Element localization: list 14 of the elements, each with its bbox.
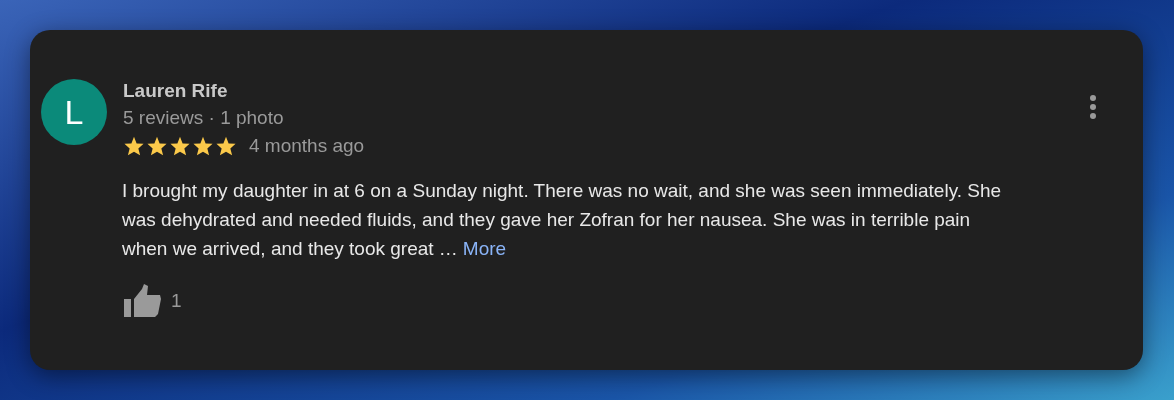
star-icon [146,136,168,156]
thumbs-up-icon[interactable] [123,283,163,319]
star-icon [169,136,191,156]
review-time: 4 months ago [249,134,365,158]
review-text: I brought my daughter in at 6 on a Sunday night. There was no wait, and she was seen immediately. She was dehydrated and needed fluids, and they gave her Zofran for her nausea. She was in terrible pain when we arrived, and they took great … More [122,179,1003,261]
star-icon [123,136,145,156]
review-count: 5 reviews · 1 photo [123,106,284,130]
star-icon [192,136,214,156]
like-count: 1 [171,288,182,313]
author-name[interactable]: Lauren Rife [123,79,228,103]
avatar: L [41,79,107,145]
more-link[interactable]: More [462,238,507,259]
more-options-icon[interactable] [1087,94,1099,120]
star-icon [215,136,237,156]
